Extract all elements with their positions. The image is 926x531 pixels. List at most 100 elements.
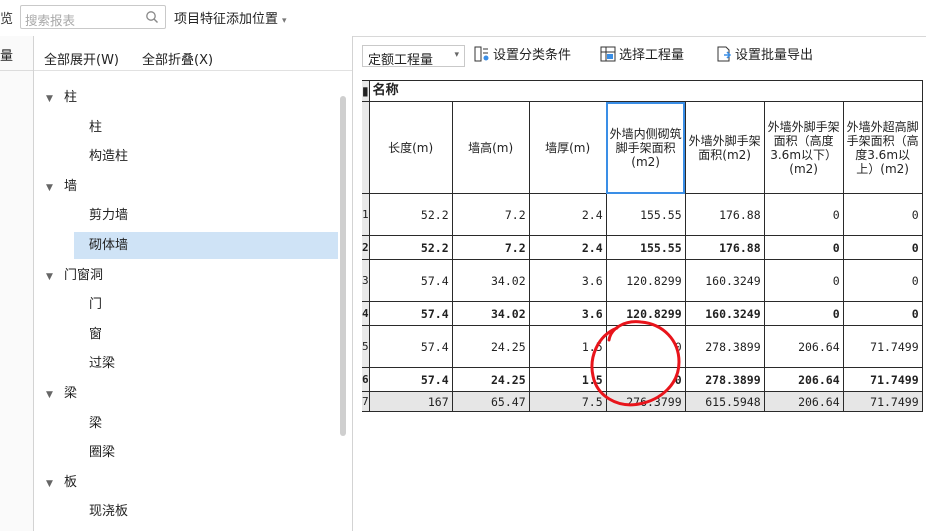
column-header[interactable]: 外墙外脚手架面积（高度3.6m以下）(m2) xyxy=(763,101,844,194)
table-cell[interactable]: 278.3899 xyxy=(684,325,765,368)
report-area: 定额工程量 ▾ 设置分类条件 选择工程量 设置批量导出 ▮ 名称 长度(m) 墙高… xyxy=(358,36,926,531)
table-cell[interactable]: 206.64 xyxy=(763,325,844,368)
tree-scrollbar[interactable] xyxy=(340,96,346,436)
table-cell[interactable]: 0 xyxy=(842,301,923,326)
tree-group[interactable]: ▼ 梁 xyxy=(46,380,77,407)
table-cell[interactable]: 206.64 xyxy=(763,391,844,412)
collapse-all-button[interactable]: 全部折叠(X) xyxy=(142,49,213,68)
table-cell[interactable]: 2.4 xyxy=(528,193,607,236)
table-cell[interactable]: 155.55 xyxy=(605,193,686,236)
table-cell[interactable]: 24.25 xyxy=(451,325,530,368)
tree-leaf[interactable]: 圈梁 xyxy=(89,439,115,466)
table-cell[interactable]: 120.8299 xyxy=(605,259,686,302)
expand-toggle-icon[interactable]: ▼ xyxy=(46,175,64,202)
cut-off-label: 览 xyxy=(0,12,14,27)
table-cell[interactable]: 65.47 xyxy=(451,391,530,412)
search-icon[interactable] xyxy=(145,10,159,24)
tree-leaf[interactable]: 剪力墙 xyxy=(89,202,128,229)
row-number: 6 xyxy=(362,367,370,392)
table-cell[interactable]: 0 xyxy=(842,259,923,302)
table-cell[interactable]: 160.3249 xyxy=(684,259,765,302)
table-cell[interactable]: 7.5 xyxy=(528,391,607,412)
table-cell[interactable]: 0 xyxy=(763,235,844,260)
table-cell[interactable]: 2.4 xyxy=(528,235,607,260)
table-cell[interactable]: 57.4 xyxy=(368,301,453,326)
tree-leaf[interactable]: 过梁 xyxy=(89,350,115,377)
table-cell[interactable]: 0 xyxy=(842,235,923,260)
table-row: 2 52.2 7.2 2.4 155.55 176.88 0 0 xyxy=(362,235,923,260)
table-cell[interactable]: 0 xyxy=(763,193,844,236)
table-cell[interactable]: 24.25 xyxy=(451,367,530,392)
column-header[interactable]: 外墙内侧砌筑脚手架面积(m2) xyxy=(605,101,686,194)
feature-position-button[interactable]: 项目特征添加位置 ▾ xyxy=(174,8,287,27)
table-cell[interactable]: 71.7499 xyxy=(842,325,923,368)
table-cell[interactable]: 155.55 xyxy=(605,235,686,260)
tree-leaf[interactable]: 窗 xyxy=(89,321,102,348)
table-cell[interactable]: 1.5 xyxy=(528,367,607,392)
row-number: 5 xyxy=(362,325,370,368)
tree-leaf[interactable]: 门 xyxy=(89,291,102,318)
set-category-button[interactable]: 设置分类条件 xyxy=(474,46,571,66)
table-cell[interactable]: 34.02 xyxy=(451,301,530,326)
table-cell[interactable]: 1.5 xyxy=(528,325,607,368)
table-cell[interactable]: 3.6 xyxy=(528,301,607,326)
column-header[interactable]: 外墙外脚手架面积(m2) xyxy=(684,101,765,194)
tree-group[interactable]: ▼ 柱 xyxy=(46,84,77,111)
table-cell[interactable]: 57.4 xyxy=(368,325,453,368)
table-cell[interactable]: 7.2 xyxy=(451,193,530,236)
expand-toggle-icon[interactable]: ▼ xyxy=(46,86,64,113)
table-cell[interactable]: 71.7499 xyxy=(842,367,923,392)
table-cell[interactable]: 0 xyxy=(763,259,844,302)
search-input[interactable]: 搜索报表 xyxy=(20,5,166,29)
table-cell[interactable]: 0 xyxy=(605,325,686,368)
table-cell[interactable]: 57.4 xyxy=(368,259,453,302)
table-cell[interactable]: 52.2 xyxy=(368,235,453,260)
column-header[interactable]: 墙厚(m) xyxy=(528,101,607,194)
name-column-header[interactable]: 名称 xyxy=(368,80,923,102)
expand-toggle-icon[interactable]: ▼ xyxy=(46,264,64,291)
tree-item-label: 柱 xyxy=(64,90,78,105)
table-cell[interactable]: 0 xyxy=(605,367,686,392)
tree-leaf[interactable]: 柱 xyxy=(89,114,102,141)
expand-toggle-icon[interactable]: ▼ xyxy=(46,382,64,409)
column-header[interactable]: 长度(m) xyxy=(368,101,453,194)
table-cell[interactable]: 7.2 xyxy=(451,235,530,260)
tree-leaf[interactable]: 构造柱 xyxy=(89,143,128,170)
table-cell[interactable]: 206.64 xyxy=(763,367,844,392)
table-cell[interactable]: 0 xyxy=(763,301,844,326)
table-cell[interactable]: 615.5948 xyxy=(684,391,765,412)
expand-toggle-icon[interactable]: ▼ xyxy=(46,471,64,498)
batch-export-button[interactable]: 设置批量导出 xyxy=(716,46,813,66)
table-cell[interactable]: 278.3899 xyxy=(684,367,765,392)
table-cell[interactable]: 52.2 xyxy=(368,193,453,236)
expand-all-button[interactable]: 全部展开(W) xyxy=(44,49,119,68)
table-cell[interactable]: 34.02 xyxy=(451,259,530,302)
tree-item-label: 圈梁 xyxy=(89,445,116,461)
table-cell[interactable]: 276.3799 xyxy=(605,391,686,412)
table-cell[interactable]: 71.7499 xyxy=(842,391,923,412)
tree-leaf[interactable]: 现浇板 xyxy=(89,498,128,525)
table-cell[interactable]: 167 xyxy=(368,391,453,412)
row-number: 2 xyxy=(362,235,370,260)
left-collapsed-panel: 量 xyxy=(0,36,34,531)
table-cell[interactable]: 176.88 xyxy=(684,235,765,260)
divider xyxy=(0,70,33,71)
tree-item-label: 柱 xyxy=(89,119,103,135)
export-icon xyxy=(717,46,732,62)
tree-group[interactable]: ▼ 墙 xyxy=(46,173,77,200)
tree-group[interactable]: ▼ 门窗洞 xyxy=(46,262,103,289)
table-cell[interactable]: 57.4 xyxy=(368,367,453,392)
table-cell[interactable]: 160.3249 xyxy=(684,301,765,326)
tree-leaf[interactable]: 砌体墙 xyxy=(74,232,338,259)
tree-group[interactable]: ▼ 板 xyxy=(46,469,77,496)
table-cell[interactable]: 120.8299 xyxy=(605,301,686,326)
column-header[interactable]: 外墙外超高脚手架面积（高度3.6m以上）(m2) xyxy=(842,101,923,194)
tree-leaf[interactable]: 梁 xyxy=(89,410,102,437)
select-quantity-button[interactable]: 选择工程量 xyxy=(600,46,684,66)
quantity-type-dropdown[interactable]: 定额工程量 ▾ xyxy=(362,45,465,68)
column-header[interactable]: 墙高(m) xyxy=(451,101,530,194)
table-cell[interactable]: 0 xyxy=(842,193,923,236)
tree-item-label: 现浇板 xyxy=(89,504,129,520)
table-cell[interactable]: 3.6 xyxy=(528,259,607,302)
table-cell[interactable]: 176.88 xyxy=(684,193,765,236)
